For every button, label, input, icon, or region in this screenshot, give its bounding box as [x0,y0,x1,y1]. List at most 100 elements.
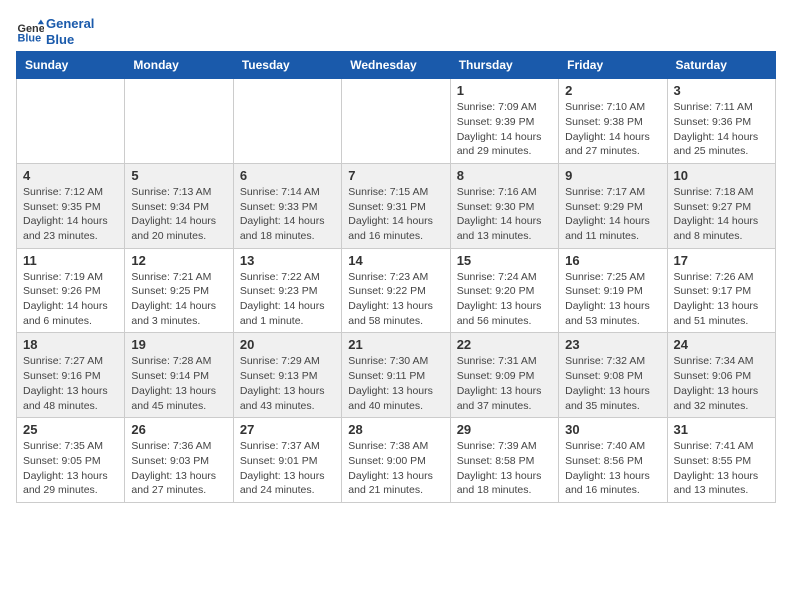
calendar-day-19: 19 Sunrise: 7:28 AM Sunset: 9:14 PM Dayli… [125,333,233,418]
calendar-empty-cell [233,79,341,164]
day-number: 13 [240,253,335,268]
day-info: Sunrise: 7:17 AM Sunset: 9:29 PM Dayligh… [565,185,660,244]
calendar-day-15: 15Sunrise: 7:24 AM Sunset: 9:20 PM Dayli… [450,248,558,333]
calendar-day-2: 2Sunrise: 7:10 AM Sunset: 9:38 PM Daylig… [559,79,667,164]
weekday-header-friday: Friday [559,52,667,79]
day-number: 17 [674,253,769,268]
calendar-week-row: 11 Sunrise: 7:19 AM Sunset: 9:26 PM Dayli… [17,248,776,333]
calendar-day-21: 21Sunrise: 7:30 AM Sunset: 9:11 PM Dayli… [342,333,450,418]
logo: General Blue GeneralBlue [16,16,94,47]
day-number: 6 [240,168,335,183]
calendar-day-30: 30 Sunrise: 7:40 AM Sunset: 8:56 PM Dayli… [559,418,667,503]
day-number: 26 [131,422,226,437]
day-info: Sunrise: 7:29 AM Sunset: 9:13 PM Dayligh… [240,354,335,413]
calendar-day-1: 1 Sunrise: 7:09 AM Sunset: 9:39 PM Daylig… [450,79,558,164]
calendar-week-row: 18 Sunrise: 7:27 AM Sunset: 9:16 PM Dayli… [17,333,776,418]
calendar-day-7: 7 Sunrise: 7:15 AM Sunset: 9:31 PM Daylig… [342,163,450,248]
day-info: Sunrise: 7:37 AM Sunset: 9:01 PM Dayligh… [240,439,335,498]
day-info: Sunrise: 7:34 AM Sunset: 9:06 PM Dayligh… [674,354,769,413]
weekday-header-wednesday: Wednesday [342,52,450,79]
day-info: Sunrise: 7:21 AM Sunset: 9:25 PM Dayligh… [131,270,226,329]
day-info: Sunrise: 7:26 AM Sunset: 9:17 PM Dayligh… [674,270,769,329]
day-number: 23 [565,337,660,352]
weekday-header-saturday: Saturday [667,52,775,79]
svg-text:Blue: Blue [18,32,42,44]
calendar-day-17: 17 Sunrise: 7:26 AM Sunset: 9:17 PM Dayli… [667,248,775,333]
calendar-day-31: 31Sunrise: 7:41 AM Sunset: 8:55 PM Dayli… [667,418,775,503]
calendar-week-row: 1 Sunrise: 7:09 AM Sunset: 9:39 PM Daylig… [17,79,776,164]
calendar-day-27: 27 Sunrise: 7:37 AM Sunset: 9:01 PM Dayli… [233,418,341,503]
day-number: 11 [23,253,118,268]
calendar-day-11: 11 Sunrise: 7:19 AM Sunset: 9:26 PM Dayli… [17,248,125,333]
calendar-header-row: SundayMondayTuesdayWednesdayThursdayFrid… [17,52,776,79]
day-number: 7 [348,168,443,183]
day-info: Sunrise: 7:30 AM Sunset: 9:11 PM Dayligh… [348,354,443,413]
day-info: Sunrise: 7:28 AM Sunset: 9:14 PM Dayligh… [131,354,226,413]
weekday-header-tuesday: Tuesday [233,52,341,79]
day-info: Sunrise: 7:18 AM Sunset: 9:27 PM Dayligh… [674,185,769,244]
day-number: 31 [674,422,769,437]
day-number: 19 [131,337,226,352]
day-number: 10 [674,168,769,183]
day-info: Sunrise: 7:39 AM Sunset: 8:58 PM Dayligh… [457,439,552,498]
day-info: Sunrise: 7:09 AM Sunset: 9:39 PM Dayligh… [457,100,552,159]
logo-icon: General Blue [16,18,44,46]
day-info: Sunrise: 7:32 AM Sunset: 9:08 PM Dayligh… [565,354,660,413]
day-number: 30 [565,422,660,437]
calendar-empty-cell [125,79,233,164]
day-number: 3 [674,83,769,98]
day-number: 8 [457,168,552,183]
header: General Blue GeneralBlue [16,16,776,47]
calendar-day-25: 25 Sunrise: 7:35 AM Sunset: 9:05 PM Dayli… [17,418,125,503]
day-number: 12 [131,253,226,268]
calendar-day-20: 20Sunrise: 7:29 AM Sunset: 9:13 PM Dayli… [233,333,341,418]
day-info: Sunrise: 7:12 AM Sunset: 9:35 PM Dayligh… [23,185,118,244]
day-info: Sunrise: 7:31 AM Sunset: 9:09 PM Dayligh… [457,354,552,413]
day-info: Sunrise: 7:27 AM Sunset: 9:16 PM Dayligh… [23,354,118,413]
day-number: 5 [131,168,226,183]
day-number: 4 [23,168,118,183]
day-number: 25 [23,422,118,437]
day-number: 15 [457,253,552,268]
calendar-empty-cell [17,79,125,164]
day-info: Sunrise: 7:40 AM Sunset: 8:56 PM Dayligh… [565,439,660,498]
calendar-day-3: 3Sunrise: 7:11 AM Sunset: 9:36 PM Daylig… [667,79,775,164]
day-info: Sunrise: 7:16 AM Sunset: 9:30 PM Dayligh… [457,185,552,244]
day-info: Sunrise: 7:19 AM Sunset: 9:26 PM Dayligh… [23,270,118,329]
day-number: 9 [565,168,660,183]
calendar-day-5: 5 Sunrise: 7:13 AM Sunset: 9:34 PM Daylig… [125,163,233,248]
day-number: 27 [240,422,335,437]
calendar-day-13: 13 Sunrise: 7:22 AM Sunset: 9:23 PM Dayli… [233,248,341,333]
calendar-day-28: 28 Sunrise: 7:38 AM Sunset: 9:00 PM Dayli… [342,418,450,503]
day-number: 16 [565,253,660,268]
logo-text: GeneralBlue [46,16,94,47]
calendar-day-26: 26 Sunrise: 7:36 AM Sunset: 9:03 PM Dayli… [125,418,233,503]
day-info: Sunrise: 7:10 AM Sunset: 9:38 PM Dayligh… [565,100,660,159]
day-info: Sunrise: 7:36 AM Sunset: 9:03 PM Dayligh… [131,439,226,498]
day-number: 28 [348,422,443,437]
calendar-day-24: 24 Sunrise: 7:34 AM Sunset: 9:06 PM Dayli… [667,333,775,418]
calendar-day-9: 9 Sunrise: 7:17 AM Sunset: 9:29 PM Daylig… [559,163,667,248]
day-number: 1 [457,83,552,98]
day-info: Sunrise: 7:22 AM Sunset: 9:23 PM Dayligh… [240,270,335,329]
day-number: 29 [457,422,552,437]
day-number: 22 [457,337,552,352]
day-info: Sunrise: 7:35 AM Sunset: 9:05 PM Dayligh… [23,439,118,498]
calendar-day-18: 18 Sunrise: 7:27 AM Sunset: 9:16 PM Dayli… [17,333,125,418]
weekday-header-sunday: Sunday [17,52,125,79]
day-info: Sunrise: 7:23 AM Sunset: 9:22 PM Dayligh… [348,270,443,329]
calendar-day-8: 8 Sunrise: 7:16 AM Sunset: 9:30 PM Daylig… [450,163,558,248]
day-info: Sunrise: 7:15 AM Sunset: 9:31 PM Dayligh… [348,185,443,244]
calendar-empty-cell [342,79,450,164]
calendar-day-23: 23 Sunrise: 7:32 AM Sunset: 9:08 PM Dayli… [559,333,667,418]
day-number: 14 [348,253,443,268]
weekday-header-monday: Monday [125,52,233,79]
calendar-day-14: 14 Sunrise: 7:23 AM Sunset: 9:22 PM Dayli… [342,248,450,333]
day-number: 18 [23,337,118,352]
calendar-day-22: 22 Sunrise: 7:31 AM Sunset: 9:09 PM Dayli… [450,333,558,418]
day-info: Sunrise: 7:38 AM Sunset: 9:00 PM Dayligh… [348,439,443,498]
calendar-week-row: 25 Sunrise: 7:35 AM Sunset: 9:05 PM Dayli… [17,418,776,503]
day-number: 24 [674,337,769,352]
calendar-day-29: 29 Sunrise: 7:39 AM Sunset: 8:58 PM Dayli… [450,418,558,503]
day-info: Sunrise: 7:13 AM Sunset: 9:34 PM Dayligh… [131,185,226,244]
